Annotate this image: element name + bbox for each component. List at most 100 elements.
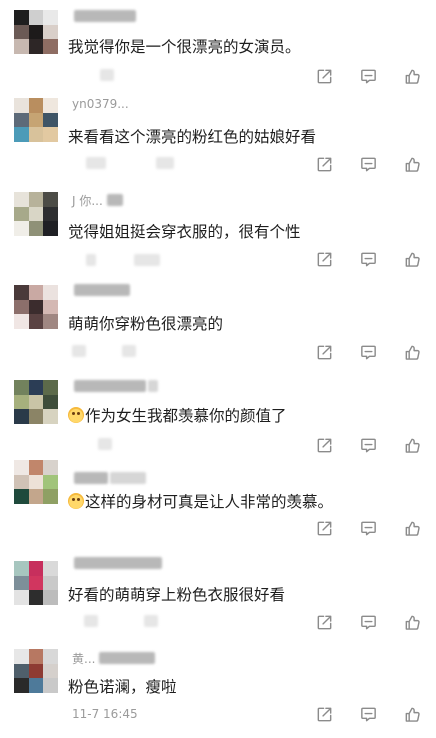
username[interactable]: J 你... — [72, 192, 123, 208]
username-pixelation — [74, 472, 108, 484]
comment-text-row: 这样的身材可真是让人非常的羡慕。 — [68, 489, 422, 513]
comment-item-4: 萌萌你穿粉色很漂亮的 — [0, 281, 436, 373]
meta-pixelation — [144, 615, 158, 627]
share-icon — [317, 615, 331, 629]
avatar[interactable] — [14, 649, 58, 693]
share-icon — [317, 69, 331, 83]
thumbs-up-icon — [405, 615, 420, 630]
avatar[interactable] — [14, 285, 58, 329]
like-button[interactable] — [402, 66, 422, 86]
reply-button[interactable] — [358, 435, 378, 455]
username[interactable]: yn0379... — [72, 96, 129, 112]
username-pixelation — [99, 652, 156, 664]
reply-button[interactable] — [358, 704, 378, 724]
meta-pixelation — [72, 345, 86, 357]
comment-item-1: 我觉得你是一个很漂亮的女演员。 — [0, 4, 436, 96]
comment-text-row: 好看的萌萌穿上粉色衣服很好看 — [68, 582, 422, 606]
username[interactable] — [72, 8, 136, 24]
share-icon — [317, 707, 331, 721]
reply-button[interactable] — [358, 154, 378, 174]
like-button[interactable] — [402, 435, 422, 455]
smiley-emoji-icon — [68, 407, 84, 423]
comment-item-3: J 你... 觉得姐姐挺会穿衣服的，很有个性 — [0, 188, 436, 280]
comment-icon — [360, 615, 376, 629]
comment-text: 粉色诺澜，瘦啦 — [68, 678, 177, 696]
meta-pixelation — [86, 254, 96, 266]
like-button[interactable] — [402, 704, 422, 724]
comment-item-5: 作为女生我都羡慕你的颜值了 — [0, 374, 436, 466]
avatar[interactable] — [14, 380, 58, 424]
reply-button[interactable] — [358, 518, 378, 538]
username[interactable]: 黄... — [72, 650, 156, 666]
thumbs-up-icon — [405, 252, 420, 267]
like-button[interactable] — [402, 342, 422, 362]
share-button[interactable] — [314, 342, 334, 362]
comment-actions — [314, 435, 422, 455]
username[interactable] — [72, 282, 130, 298]
share-button[interactable] — [314, 66, 334, 86]
meta-pixelation — [134, 254, 160, 266]
username[interactable] — [72, 378, 158, 394]
comment-icon — [360, 707, 376, 721]
comment-feed: 我觉得你是一个很漂亮的女演员。 yn0379... 来看看这个漂亮的粉红色的姑娘… — [0, 0, 436, 736]
meta-pixelation — [84, 615, 98, 627]
meta-pixelation — [100, 69, 114, 81]
username-text: 黄... — [72, 651, 96, 666]
comment-icon — [360, 438, 376, 452]
avatar[interactable] — [14, 561, 58, 605]
reply-button[interactable] — [358, 342, 378, 362]
like-button[interactable] — [402, 612, 422, 632]
comment-icon — [360, 521, 376, 535]
comment-icon — [360, 252, 376, 266]
comment-item-7: 好看的萌萌穿上粉色衣服很好看 — [0, 551, 436, 643]
comment-icon — [360, 345, 376, 359]
share-button[interactable] — [314, 612, 334, 632]
comment-text: 这样的身材可真是让人非常的羡慕。 — [85, 493, 334, 511]
reply-button[interactable] — [358, 66, 378, 86]
comment-meta: 11-7 16:45 — [72, 706, 138, 722]
thumbs-up-icon — [405, 69, 420, 84]
comment-text-row: 作为女生我都羡慕你的颜值了 — [68, 403, 422, 427]
comment-meta — [72, 252, 160, 268]
comment-item-6: 这样的身材可真是让人非常的羡慕。 — [0, 457, 436, 549]
share-button[interactable] — [314, 249, 334, 269]
avatar[interactable] — [14, 192, 58, 236]
share-icon — [317, 252, 331, 266]
username-pixelation — [74, 10, 136, 22]
meta-pixelation — [122, 345, 136, 357]
reply-button[interactable] — [358, 249, 378, 269]
comment-text-row: 觉得姐姐挺会穿衣服的，很有个性 — [68, 219, 422, 243]
comment-meta — [72, 613, 158, 629]
comment-actions — [314, 518, 422, 538]
username-pixelation — [74, 557, 162, 569]
timestamp: 11-7 16:45 — [72, 707, 138, 721]
comment-text-row: 我觉得你是一个很漂亮的女演员。 — [68, 34, 422, 58]
comment-text: 作为女生我都羡慕你的颜值了 — [85, 407, 287, 425]
username[interactable] — [72, 470, 146, 486]
comment-item-8: 黄... 粉色诺澜，瘦啦 11-7 16:45 — [0, 646, 436, 738]
username-pixelation — [74, 284, 130, 296]
comment-text: 来看看这个漂亮的粉红色的姑娘好看 — [68, 128, 317, 146]
share-button[interactable] — [314, 518, 334, 538]
username[interactable] — [72, 555, 162, 571]
thumbs-up-icon — [405, 345, 420, 360]
comment-text: 觉得姐姐挺会穿衣服的，很有个性 — [68, 223, 301, 241]
share-button[interactable] — [314, 704, 334, 724]
comment-actions — [314, 249, 422, 269]
avatar[interactable] — [14, 460, 58, 504]
like-button[interactable] — [402, 249, 422, 269]
comment-text: 我觉得你是一个很漂亮的女演员。 — [68, 38, 301, 56]
reply-button[interactable] — [358, 612, 378, 632]
smiley-emoji-icon — [68, 493, 84, 509]
share-icon — [317, 345, 331, 359]
share-button[interactable] — [314, 435, 334, 455]
like-button[interactable] — [402, 154, 422, 174]
meta-pixelation — [86, 157, 106, 169]
avatar[interactable] — [14, 98, 58, 142]
username-pixelation — [106, 194, 123, 206]
like-button[interactable] — [402, 518, 422, 538]
username-pixelation — [110, 472, 146, 484]
share-button[interactable] — [314, 154, 334, 174]
avatar[interactable] — [14, 10, 58, 54]
comment-actions — [314, 66, 422, 86]
